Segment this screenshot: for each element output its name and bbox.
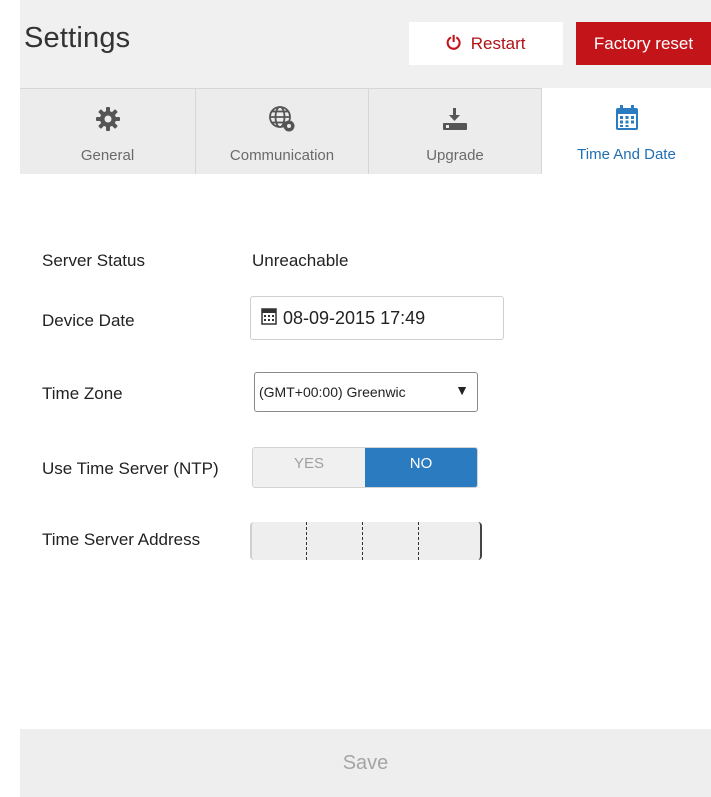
ntp-yes-option[interactable]: YES [253,448,365,487]
settings-footer: Save [20,729,711,797]
calendar-small-icon [261,307,277,330]
ip-separator [306,522,307,560]
factory-reset-button[interactable]: Factory reset [576,22,711,65]
page-title: Settings [24,22,131,54]
gear-icon [94,103,122,135]
server-status-label: Server Status [42,251,145,270]
power-icon: ⏻ [446,33,461,53]
settings-panel: Settings ⏻ Restart Factory reset General… [20,0,711,797]
ntp-no-option[interactable]: NO [365,448,477,487]
time-server-address-label: Time Server Address [42,530,201,549]
restart-button[interactable]: ⏻ Restart [409,22,563,65]
time-zone-select[interactable]: (GMT+00:00) Greenwic ▼ [254,372,478,412]
ip-separator [362,522,363,560]
device-date-label: Device Date [42,311,135,330]
calendar-icon [614,102,640,134]
use-time-server-label: Use Time Server (NTP) [42,459,219,478]
tab-general[interactable]: General [20,88,196,174]
upgrade-download-icon [440,103,470,135]
caret-down-icon: ▼ [455,382,469,398]
time-date-form: Server Status Unreachable Device Date 08… [20,174,711,729]
settings-header: Settings ⏻ Restart Factory reset [20,0,711,88]
tab-upgrade[interactable]: Upgrade [369,88,542,174]
time-zone-label: Time Zone [42,384,123,403]
tab-time-and-date-label: Time And Date [577,146,676,163]
tab-communication-label: Communication [229,147,335,164]
tab-general-label: General [80,147,135,164]
save-button[interactable]: Save [343,752,389,775]
device-date-value: 08-09-2015 17:49 [283,307,426,328]
ip-separator [418,522,419,560]
time-server-address-input[interactable] [250,522,482,560]
server-status-value: Unreachable [252,251,349,270]
time-zone-value: (GMT+00:00) Greenwic [259,384,406,400]
device-date-input[interactable]: 08-09-2015 17:49 [250,296,504,340]
tab-time-and-date[interactable]: Time And Date [542,88,711,174]
ntp-toggle: YES NO [252,447,478,488]
restart-label: Restart [470,33,526,53]
globe-gear-icon [267,103,297,135]
left-frame [0,0,20,797]
tab-communication[interactable]: Communication [196,88,369,174]
settings-tabs: General Communication Upgrade Time And D… [20,88,711,174]
tab-upgrade-label: Upgrade [426,147,484,164]
